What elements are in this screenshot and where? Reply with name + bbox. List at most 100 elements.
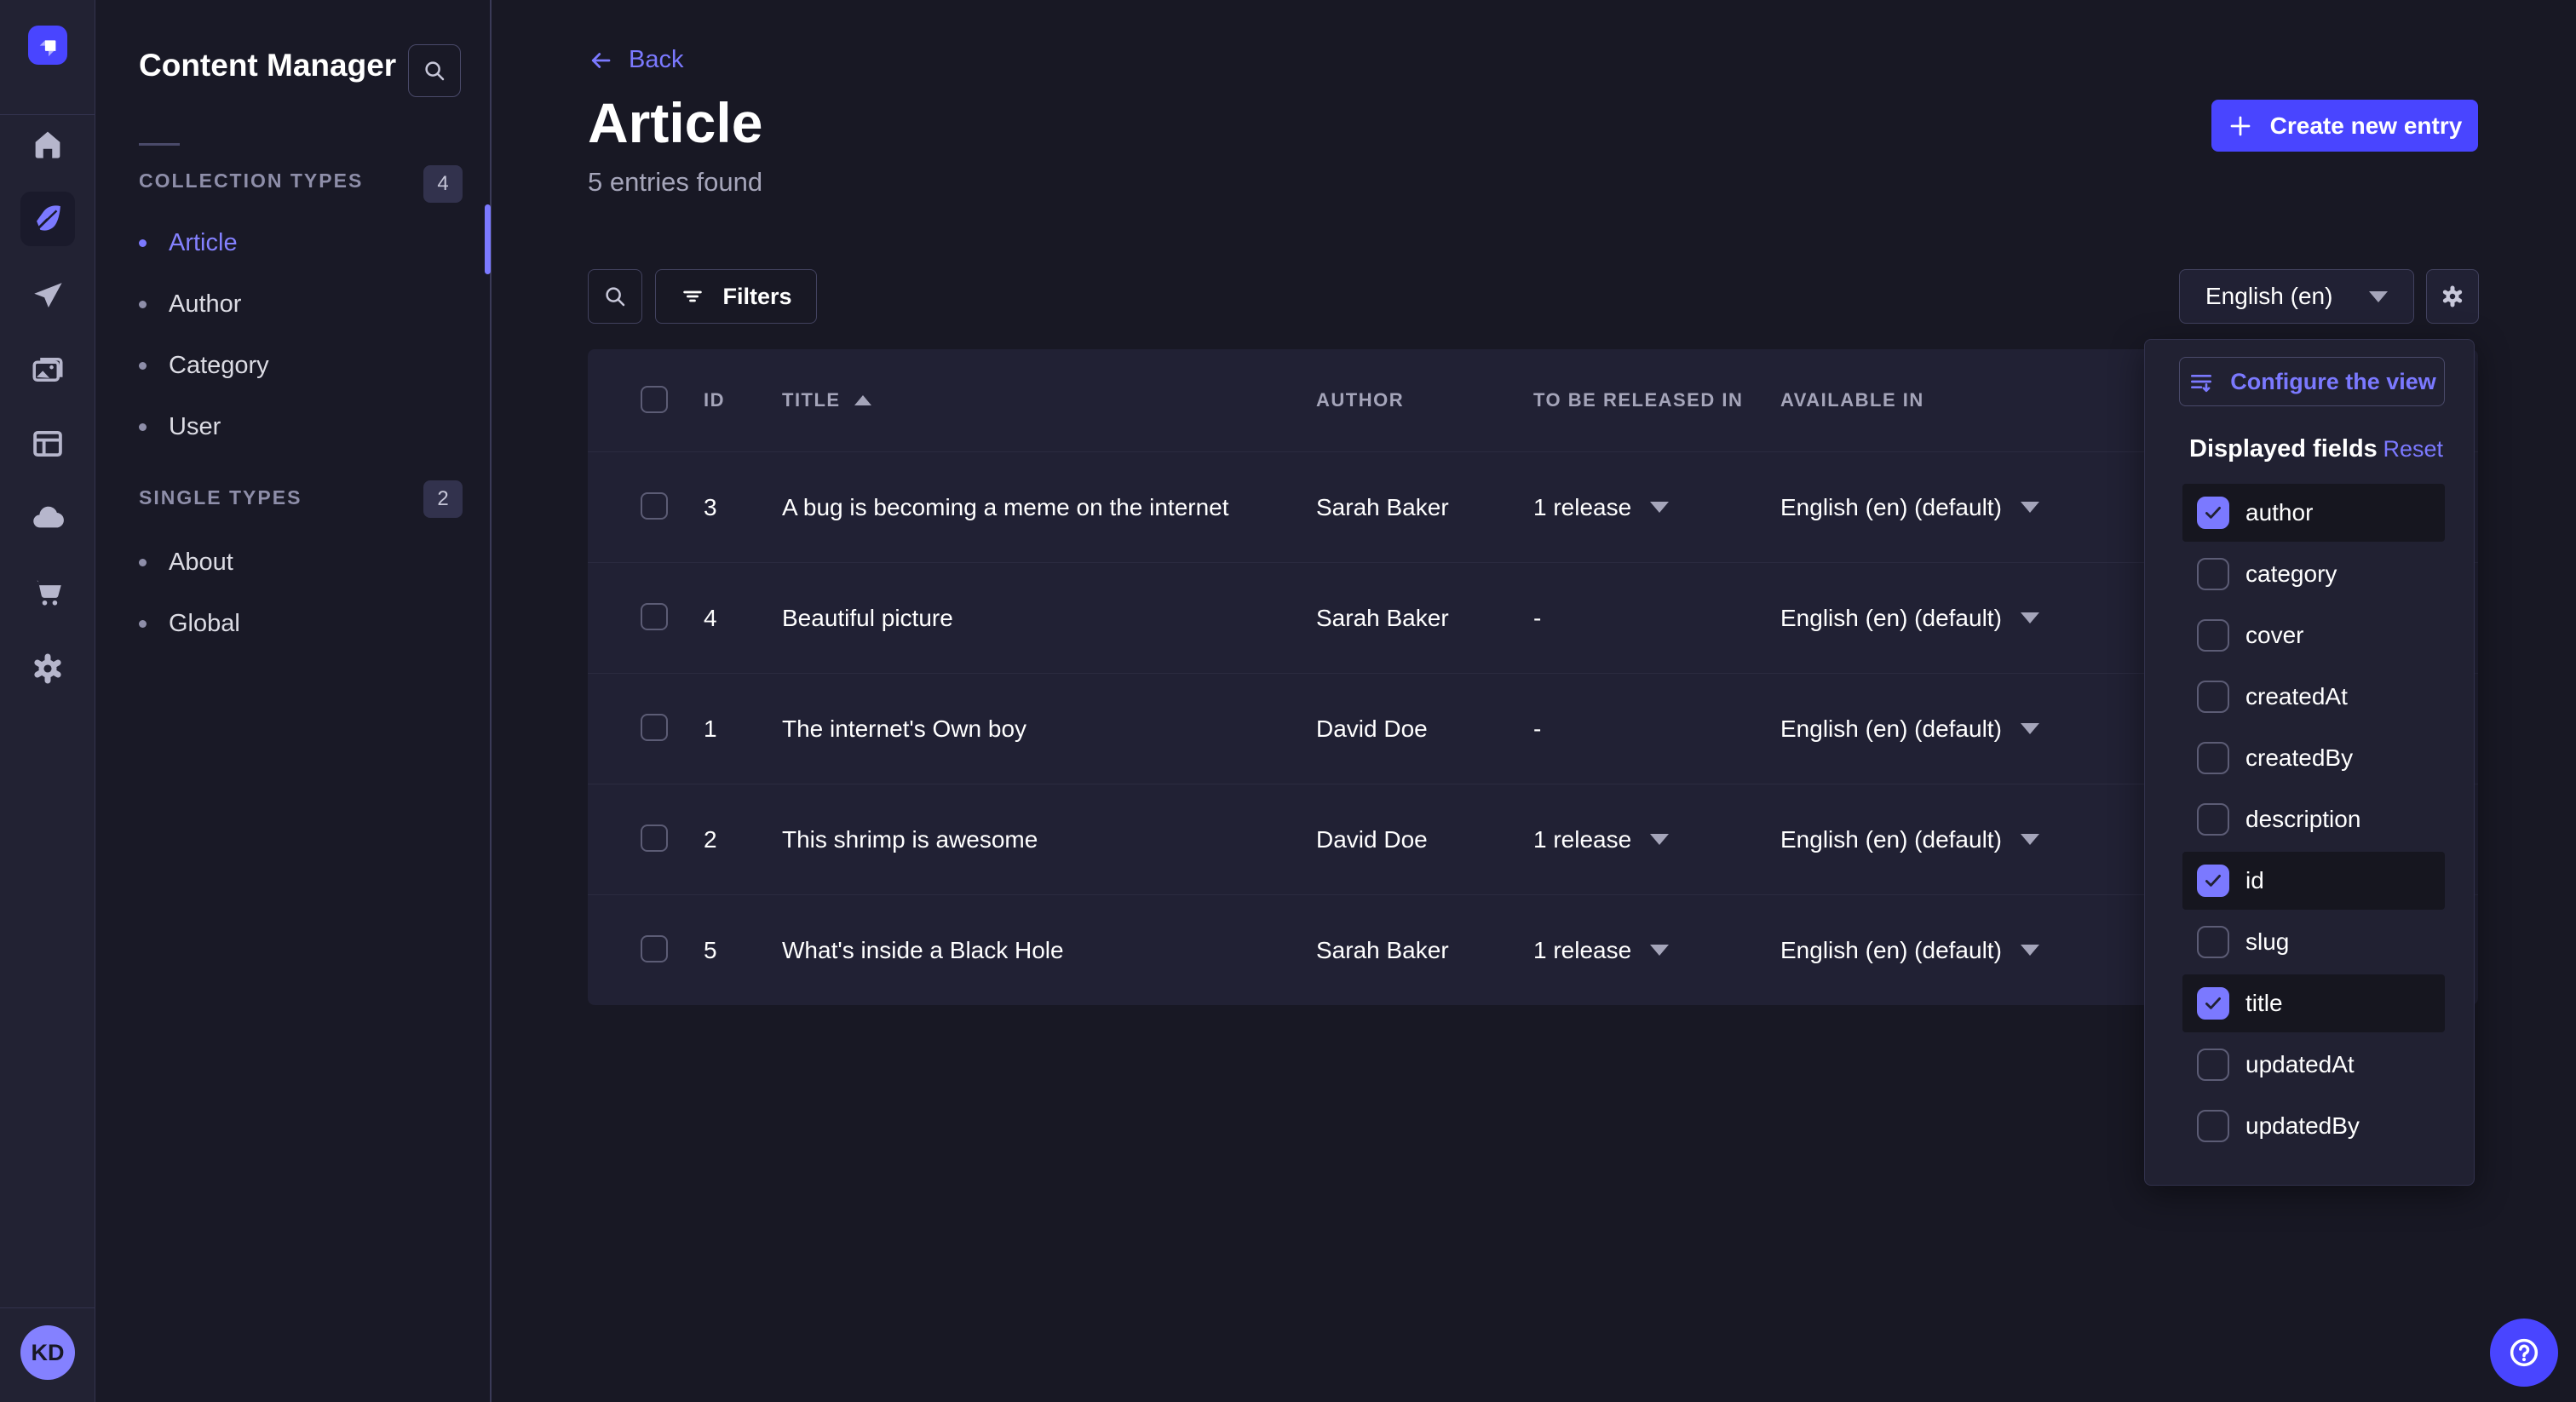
field-option-updatedBy[interactable]: updatedBy [2182, 1097, 2445, 1155]
view-settings-button[interactable] [2426, 269, 2479, 324]
bullet-icon [139, 423, 147, 431]
subnav-scrollbar-thumb[interactable] [485, 204, 491, 274]
column-header-author[interactable]: AUTHOR [1316, 389, 1533, 411]
cell-author: David Doe [1316, 715, 1533, 743]
subnav-search-button[interactable] [408, 44, 461, 97]
field-option-title[interactable]: title [2182, 974, 2445, 1032]
locale-select[interactable]: English (en) [2179, 269, 2414, 324]
field-option-id[interactable]: id [2182, 852, 2445, 910]
field-option-createdBy[interactable]: createdBy [2182, 729, 2445, 787]
cell-released: - [1533, 715, 1780, 743]
column-header-title-label: TITLE [782, 389, 841, 411]
field-label: title [2245, 990, 2283, 1017]
checkbox-checked-icon[interactable] [2197, 497, 2229, 529]
cell-title: The internet's Own boy [782, 715, 1316, 743]
cell-id: 2 [704, 826, 782, 853]
table-search-button[interactable] [588, 269, 642, 324]
displayed-fields-list: author category cover createdAt createdB… [2182, 484, 2445, 1155]
plus-icon [2228, 113, 2253, 139]
nav-releases[interactable] [20, 268, 75, 323]
cloud-icon [30, 500, 66, 536]
checkbox-icon[interactable] [2197, 803, 2229, 836]
cell-released[interactable]: 1 release [1533, 494, 1780, 521]
field-label: createdBy [2245, 744, 2353, 772]
nav-settings[interactable] [20, 641, 75, 696]
checkbox-icon[interactable] [2197, 926, 2229, 958]
column-header-released[interactable]: TO BE RELEASED IN [1533, 389, 1780, 411]
sidebar-item-global[interactable]: Global [139, 593, 446, 654]
nav-home[interactable] [20, 118, 75, 172]
field-option-slug[interactable]: slug [2182, 913, 2445, 971]
paper-plane-icon [30, 278, 66, 313]
select-all-checkbox[interactable] [641, 386, 668, 413]
collection-types-count-badge: 4 [423, 165, 463, 203]
nav-media-library[interactable] [20, 342, 75, 397]
displayed-fields-header: Displayed fields Reset [2189, 435, 2443, 463]
released-value: - [1533, 605, 1541, 632]
chevron-down-icon [2021, 834, 2039, 845]
filters-button[interactable]: Filters [655, 269, 817, 324]
released-value: 1 release [1533, 826, 1631, 853]
sidebar-item-about[interactable]: About [139, 531, 446, 593]
chevron-down-icon [2369, 291, 2388, 302]
single-types-count-badge: 2 [423, 480, 463, 518]
row-checkbox[interactable] [641, 603, 668, 630]
nav-content-manager[interactable] [20, 192, 75, 246]
field-label: createdAt [2245, 683, 2348, 710]
cell-released[interactable]: 1 release [1533, 826, 1780, 853]
row-checkbox[interactable] [641, 714, 668, 741]
back-link[interactable]: Back [588, 46, 683, 74]
configure-view-button[interactable]: Configure the view [2179, 357, 2445, 406]
cell-released[interactable]: 1 release [1533, 937, 1780, 964]
nav-cloud[interactable] [20, 491, 75, 545]
released-value: 1 release [1533, 937, 1631, 964]
filter-icon [680, 284, 705, 309]
field-option-author[interactable]: author [2182, 484, 2445, 542]
nav-marketplace[interactable] [20, 565, 75, 619]
row-checkbox[interactable] [641, 492, 668, 520]
checkbox-icon[interactable] [2197, 1049, 2229, 1081]
home-icon [30, 127, 66, 163]
row-checkbox[interactable] [641, 935, 668, 962]
field-option-category[interactable]: category [2182, 545, 2445, 603]
cell-released: - [1533, 605, 1780, 632]
strapi-logo[interactable] [28, 26, 67, 65]
column-header-title[interactable]: TITLE [782, 389, 1316, 411]
section-collection-types: COLLECTION TYPES [139, 170, 363, 192]
field-option-description[interactable]: description [2182, 790, 2445, 848]
field-option-updatedAt[interactable]: updatedAt [2182, 1036, 2445, 1094]
cell-title: Beautiful picture [782, 605, 1316, 632]
sidebar-item-article[interactable]: Article [139, 212, 446, 273]
create-new-entry-button[interactable]: Create new entry [2211, 100, 2478, 152]
filters-label: Filters [722, 284, 791, 310]
checkbox-icon[interactable] [2197, 742, 2229, 774]
field-option-createdAt[interactable]: createdAt [2182, 668, 2445, 726]
column-header-id[interactable]: ID [704, 389, 782, 411]
nav-content-type-builder[interactable] [20, 417, 75, 471]
row-checkbox[interactable] [641, 825, 668, 852]
sidebar-item-user[interactable]: User [139, 396, 446, 457]
checkbox-icon[interactable] [2197, 558, 2229, 590]
layout-icon [30, 426, 66, 462]
checkbox-checked-icon[interactable] [2197, 987, 2229, 1020]
checkbox-icon[interactable] [2197, 619, 2229, 652]
back-label: Back [629, 46, 683, 74]
cell-author: Sarah Baker [1316, 937, 1533, 964]
checkbox-checked-icon[interactable] [2197, 865, 2229, 897]
view-settings-popover: Configure the view Displayed fields Rese… [2144, 339, 2475, 1186]
strapi-logo-icon [35, 32, 60, 58]
checkbox-icon[interactable] [2197, 1110, 2229, 1142]
question-circle-icon [2506, 1335, 2542, 1370]
cell-title: What's inside a Black Hole [782, 937, 1316, 964]
user-avatar[interactable]: KD [20, 1325, 75, 1380]
sidebar-item-author[interactable]: Author [139, 273, 446, 335]
reset-button[interactable]: Reset [2383, 436, 2443, 463]
help-button[interactable] [2490, 1319, 2558, 1387]
cell-id: 5 [704, 937, 782, 964]
available-value: English (en) (default) [1780, 826, 2002, 853]
sidebar-item-category[interactable]: Category [139, 335, 446, 396]
checkbox-icon[interactable] [2197, 681, 2229, 713]
create-new-entry-label: Create new entry [2270, 112, 2463, 140]
field-option-cover[interactable]: cover [2182, 606, 2445, 664]
locale-value: English (en) [2205, 283, 2332, 310]
